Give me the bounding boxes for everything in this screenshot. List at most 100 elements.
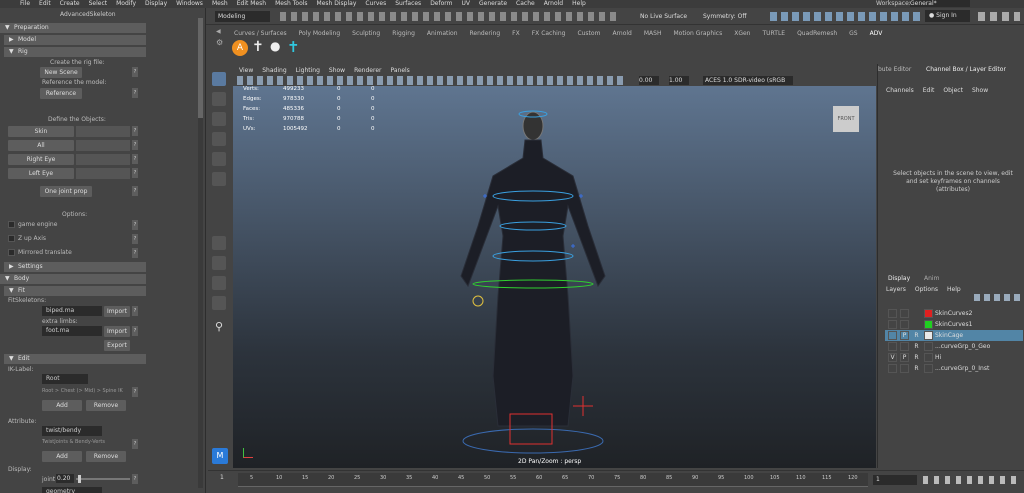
render-icons[interactable]	[770, 12, 920, 21]
settings-icons[interactable]	[978, 12, 1020, 21]
viewport-canvas[interactable]: Verts: 499233 0 0 Edges: 978330 0 0 Faces: 485336…	[233, 86, 876, 468]
twist-select[interactable]: twist/bendy	[42, 426, 102, 436]
joint-size-slider[interactable]	[76, 475, 130, 483]
viewport-menu-shading[interactable]: Shading	[262, 67, 286, 74]
layer-row[interactable]: P R SkinCage	[885, 330, 1023, 341]
tab-anim[interactable]: Anim	[924, 275, 939, 282]
help-limb-button[interactable]: ?	[132, 326, 138, 336]
layer-row[interactable]: V P R Hi	[885, 352, 1023, 363]
layer-menu-options[interactable]: Options	[915, 286, 938, 293]
shelf-tab-1[interactable]: Poly Modeling	[299, 30, 341, 37]
help-reference-button[interactable]: ?	[132, 88, 138, 98]
move-tool-icon[interactable]	[212, 132, 226, 146]
left-eye-button[interactable]: Left Eye	[8, 168, 74, 179]
layer-row[interactable]: R ...curveGrp_0_Geo	[885, 341, 1023, 352]
layer-visibility-toggle[interactable]	[888, 331, 897, 340]
layer-menu-layers[interactable]: Layers	[886, 286, 906, 293]
foot-select[interactable]: foot.ma	[42, 326, 102, 336]
remove-attribute-button[interactable]: Remove	[86, 451, 126, 462]
shelf-tab-12[interactable]: XGen	[734, 30, 750, 37]
menu-item-modify[interactable]: Modify	[116, 0, 136, 7]
layer-name[interactable]: SkinCurves2	[935, 308, 972, 319]
help-z-up-button[interactable]: ?	[132, 234, 138, 244]
playback-controls[interactable]	[923, 476, 1019, 484]
viewport-menu-panels[interactable]: Panels	[390, 67, 409, 74]
skin-button[interactable]: Skin	[8, 126, 74, 137]
help-joint-button[interactable]: ?	[132, 474, 138, 484]
section-body[interactable]: ▼ Body	[0, 274, 146, 284]
layer-name[interactable]: Hi	[935, 352, 941, 363]
menu-item-file[interactable]: File	[20, 0, 30, 7]
viewport-toolbar[interactable]	[237, 76, 627, 85]
help-game-engine-button[interactable]: ?	[132, 220, 138, 230]
tab-channel-box[interactable]: Channel Box / Layer Editor	[926, 66, 1006, 73]
shelf-tab-11[interactable]: Motion Graphics	[673, 30, 722, 37]
adv-logo-icon[interactable]: A	[232, 40, 248, 56]
layer-reference-toggle[interactable]: R	[912, 364, 921, 373]
help-new-scene-button[interactable]: ?	[132, 67, 138, 77]
layer-row[interactable]: SkinCurves2	[885, 308, 1023, 319]
menu-item-mesh[interactable]: Mesh	[212, 0, 228, 7]
layer-visibility-toggle[interactable]	[888, 320, 897, 329]
menu-item-edit-mesh[interactable]: Edit Mesh	[237, 0, 266, 7]
game-engine-checkbox[interactable]	[8, 221, 15, 228]
layer-color-swatch[interactable]	[924, 364, 933, 373]
scale-tool-icon[interactable]	[212, 172, 226, 186]
shelf-tab-0[interactable]: Curves / Surfaces	[234, 30, 287, 37]
skin-field[interactable]	[76, 126, 130, 137]
layer-name[interactable]: SkinCage	[935, 330, 963, 341]
viewport-menu-show[interactable]: Show	[329, 67, 345, 74]
layer-name[interactable]: ...curveGrp_0_Geo	[935, 341, 990, 352]
paint-tool-icon[interactable]	[212, 112, 226, 126]
timeline[interactable]: 1 5 10 15 20 25 30 35 40 45 50 55 60 65 70 75 80 85 90 95 1…	[208, 470, 1024, 493]
menu-item-uv[interactable]: UV	[462, 0, 471, 7]
section-fit[interactable]: ▼ Fit	[4, 286, 146, 296]
layer-playback-toggle[interactable]	[900, 309, 909, 318]
import-button[interactable]: Import	[104, 306, 130, 317]
layer-visibility-toggle[interactable]: V	[888, 353, 897, 362]
shelf-tab-9[interactable]: Arnold	[612, 30, 631, 37]
shelf-gear-icon[interactable]: ⚙	[216, 38, 223, 47]
layer-playback-toggle[interactable]: P	[900, 353, 909, 362]
layout-four-icon[interactable]	[212, 256, 226, 270]
mirrored-checkbox[interactable]	[8, 249, 15, 256]
export-button[interactable]: Export	[104, 340, 130, 351]
menu-item-help[interactable]: Help	[572, 0, 586, 7]
layer-reference-toggle[interactable]: R	[912, 353, 921, 362]
layer-color-swatch[interactable]	[924, 320, 933, 329]
mash-logo-icon[interactable]: M	[212, 448, 228, 464]
exposure-field[interactable]: 0.00	[639, 76, 659, 85]
biped-select[interactable]: biped.ma	[42, 306, 102, 316]
left-eye-field[interactable]	[76, 168, 130, 179]
layer-playback-toggle[interactable]: P	[900, 331, 909, 340]
shelf-tab-13[interactable]: TURTLE	[762, 30, 785, 37]
one-joint-prop-button[interactable]: One joint prop	[40, 186, 92, 197]
help-skin-button[interactable]: ?	[132, 126, 138, 136]
tpose-icon[interactable]: ✝	[287, 38, 300, 56]
shelf-tab-2[interactable]: Sculpting	[352, 30, 380, 37]
all-button[interactable]: All	[8, 140, 74, 151]
menu-item-create[interactable]: Create	[60, 0, 80, 7]
select-tool-icon[interactable]	[212, 72, 226, 86]
help-left-eye-button[interactable]: ?	[132, 168, 138, 178]
layer-visibility-toggle[interactable]	[888, 309, 897, 318]
layer-color-swatch[interactable]	[924, 331, 933, 340]
layer-color-swatch[interactable]	[924, 309, 933, 318]
shelf-tab-5[interactable]: Rendering	[470, 30, 501, 37]
z-up-checkbox[interactable]	[8, 235, 15, 242]
right-eye-field[interactable]	[76, 154, 130, 165]
help-mirrored-button[interactable]: ?	[132, 248, 138, 258]
import-limb-button[interactable]: Import	[104, 326, 130, 337]
help-prop-button[interactable]: ?	[132, 186, 138, 196]
layer-visibility-toggle[interactable]	[888, 342, 897, 351]
layer-icons[interactable]	[974, 294, 1022, 301]
right-eye-button[interactable]: Right Eye	[8, 154, 74, 165]
colorspace-select[interactable]: ACES 1.0 SDR-video (sRGB	[703, 76, 793, 85]
current-frame-field[interactable]: 1	[873, 475, 917, 485]
shelf-tab-8[interactable]: Custom	[577, 30, 600, 37]
shelf-tab-6[interactable]: FX	[512, 30, 520, 37]
layer-name[interactable]: ...curveGrp_0_Inst	[935, 363, 989, 374]
shelf-tab-4[interactable]: Animation	[427, 30, 458, 37]
menu-item-mesh-tools[interactable]: Mesh Tools	[275, 0, 307, 7]
layer-color-swatch[interactable]	[924, 353, 933, 362]
